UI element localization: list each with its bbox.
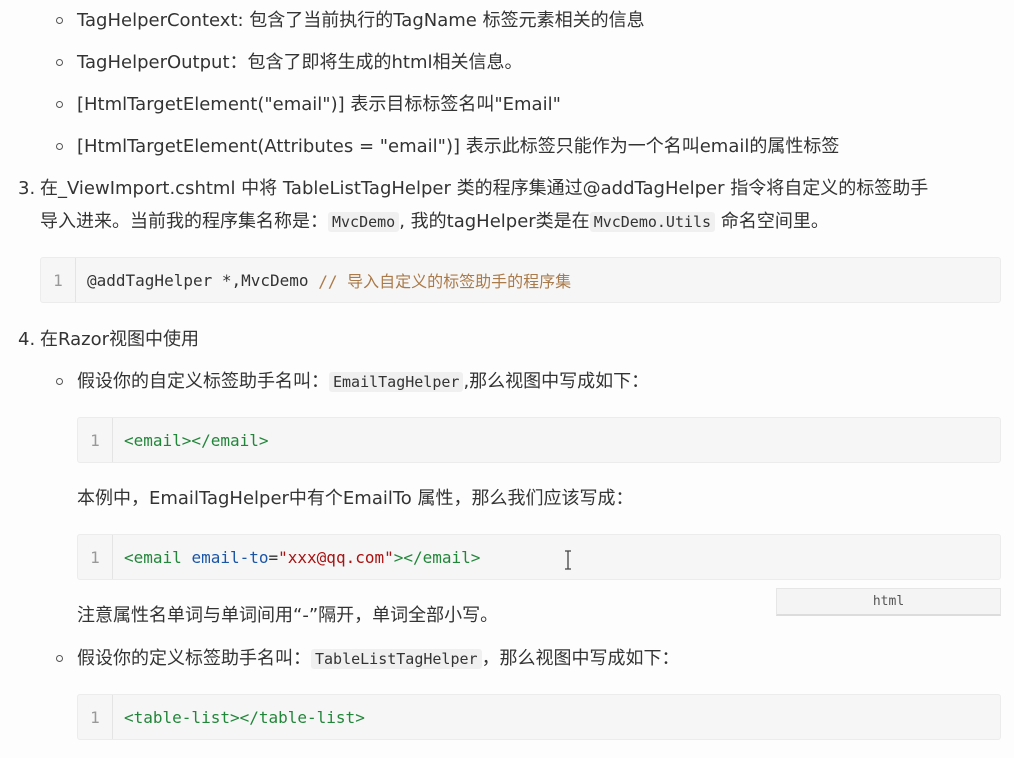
- code-line: <table-list></table-list>: [124, 695, 365, 739]
- code-block-addtaghelper[interactable]: 1 @addTagHelper *,MvcDemo // 导入自定义的标签助手的…: [40, 257, 1001, 303]
- bullet-icon: [56, 655, 63, 662]
- code-line: @addTagHelper *,MvcDemo // 导入自定义的标签助手的程序…: [87, 258, 571, 302]
- step3-line2: 导入进来。当前我的程序集名称是： MvcDemo, 我的tagHelper类是在 M…: [40, 210, 829, 234]
- code-line: <email></email>: [124, 418, 269, 462]
- sub2-text-a: 假设你的定义标签助手名叫：: [77, 648, 311, 669]
- bullet-text-htmltargetelement-attributes: [HtmlTargetElement(Attributes = "email")…: [77, 136, 840, 157]
- step-number-4: 4.: [18, 329, 36, 350]
- sub1-text-a: 假设你的自定义标签助手名叫：: [77, 371, 329, 392]
- code-language-label[interactable]: html: [776, 588, 1001, 616]
- code-line: <email email-to = "xxx@qq.com" ></email>: [124, 535, 480, 579]
- line-number: 1: [78, 535, 113, 579]
- code-block-email-to[interactable]: 1 <email email-to = "xxx@qq.com" ></email>: [77, 534, 1001, 580]
- code-directive: @addTagHelper: [87, 270, 213, 290]
- bullet-icon: [56, 143, 63, 150]
- bullet-icon: [56, 17, 63, 24]
- step4-sub1-text: 假设你的自定义标签助手名叫： EmailTagHelper ,那么视图中写成如下：: [77, 370, 649, 394]
- bullet-icon: [56, 101, 63, 108]
- bullet-text-htmltargetelement: [HtmlTargetElement("email")] 表示目标标签名叫"Em…: [77, 94, 561, 115]
- inline-code-mvcdemo: MvcDemo: [328, 212, 400, 232]
- step3-line1: 在_ViewImport.cshtml 中将 TableListTagHelpe…: [40, 178, 929, 199]
- code-tag: <table-list></table-list>: [124, 707, 365, 727]
- code-rest: *,MvcDemo: [212, 270, 319, 290]
- text-cursor-icon: [565, 550, 571, 570]
- inline-code-emailtaghelper: EmailTagHelper: [329, 372, 464, 392]
- para-emailto: 本例中，EmailTagHelper中有个EmailTo 属性，那么我们应该写成…: [77, 488, 634, 509]
- line-number: 1: [41, 258, 76, 302]
- step4-sub2-text: 假设你的定义标签助手名叫： TableListTagHelper ，那么视图中写成如…: [77, 647, 680, 671]
- para-attribute-naming: 注意属性名单词与单词间用“-”隔开，单词全部小写。: [77, 605, 499, 626]
- step4-title: 在Razor视图中使用: [40, 329, 200, 350]
- bullet-text-taghelpercontext: TagHelperContext: 包含了当前执行的TagName 标签元素相关…: [77, 10, 645, 31]
- code-attr: email-to: [191, 547, 269, 567]
- step3-line2-text-b: , 我的tagHelper类是在: [399, 211, 590, 232]
- bullet-icon: [56, 59, 63, 66]
- code-tag: <email></email>: [124, 430, 269, 450]
- inline-code-tablelisttaghelper: TableListTagHelper: [311, 649, 482, 669]
- code-comment: // 导入自定义的标签助手的程序集: [318, 272, 572, 291]
- step3-line2-text-c: 命名空间里。: [715, 211, 829, 232]
- code-block-table-list[interactable]: 1 <table-list></table-list>: [77, 694, 1001, 740]
- code-tag-close: ></email>: [393, 547, 481, 567]
- line-number: 1: [78, 418, 113, 462]
- line-number: 1: [78, 695, 113, 739]
- sub1-text-b: ,那么视图中写成如下：: [463, 371, 650, 392]
- code-tag-open: <email: [124, 547, 192, 567]
- sub2-text-b: ，那么视图中写成如下：: [481, 648, 680, 669]
- bullet-icon: [56, 378, 63, 385]
- step-number-3: 3.: [18, 178, 36, 199]
- bullet-text-taghelperoutput: TagHelperOutput：包含了即将生成的html相关信息。: [77, 52, 523, 73]
- code-string: "xxx@qq.com": [278, 547, 394, 567]
- code-eq: =: [268, 547, 279, 567]
- step3-line2-text-a: 导入进来。当前我的程序集名称是：: [40, 211, 328, 232]
- code-block-email[interactable]: 1 <email></email>: [77, 417, 1001, 463]
- inline-code-mvcdemo-utils: MvcDemo.Utils: [589, 212, 716, 232]
